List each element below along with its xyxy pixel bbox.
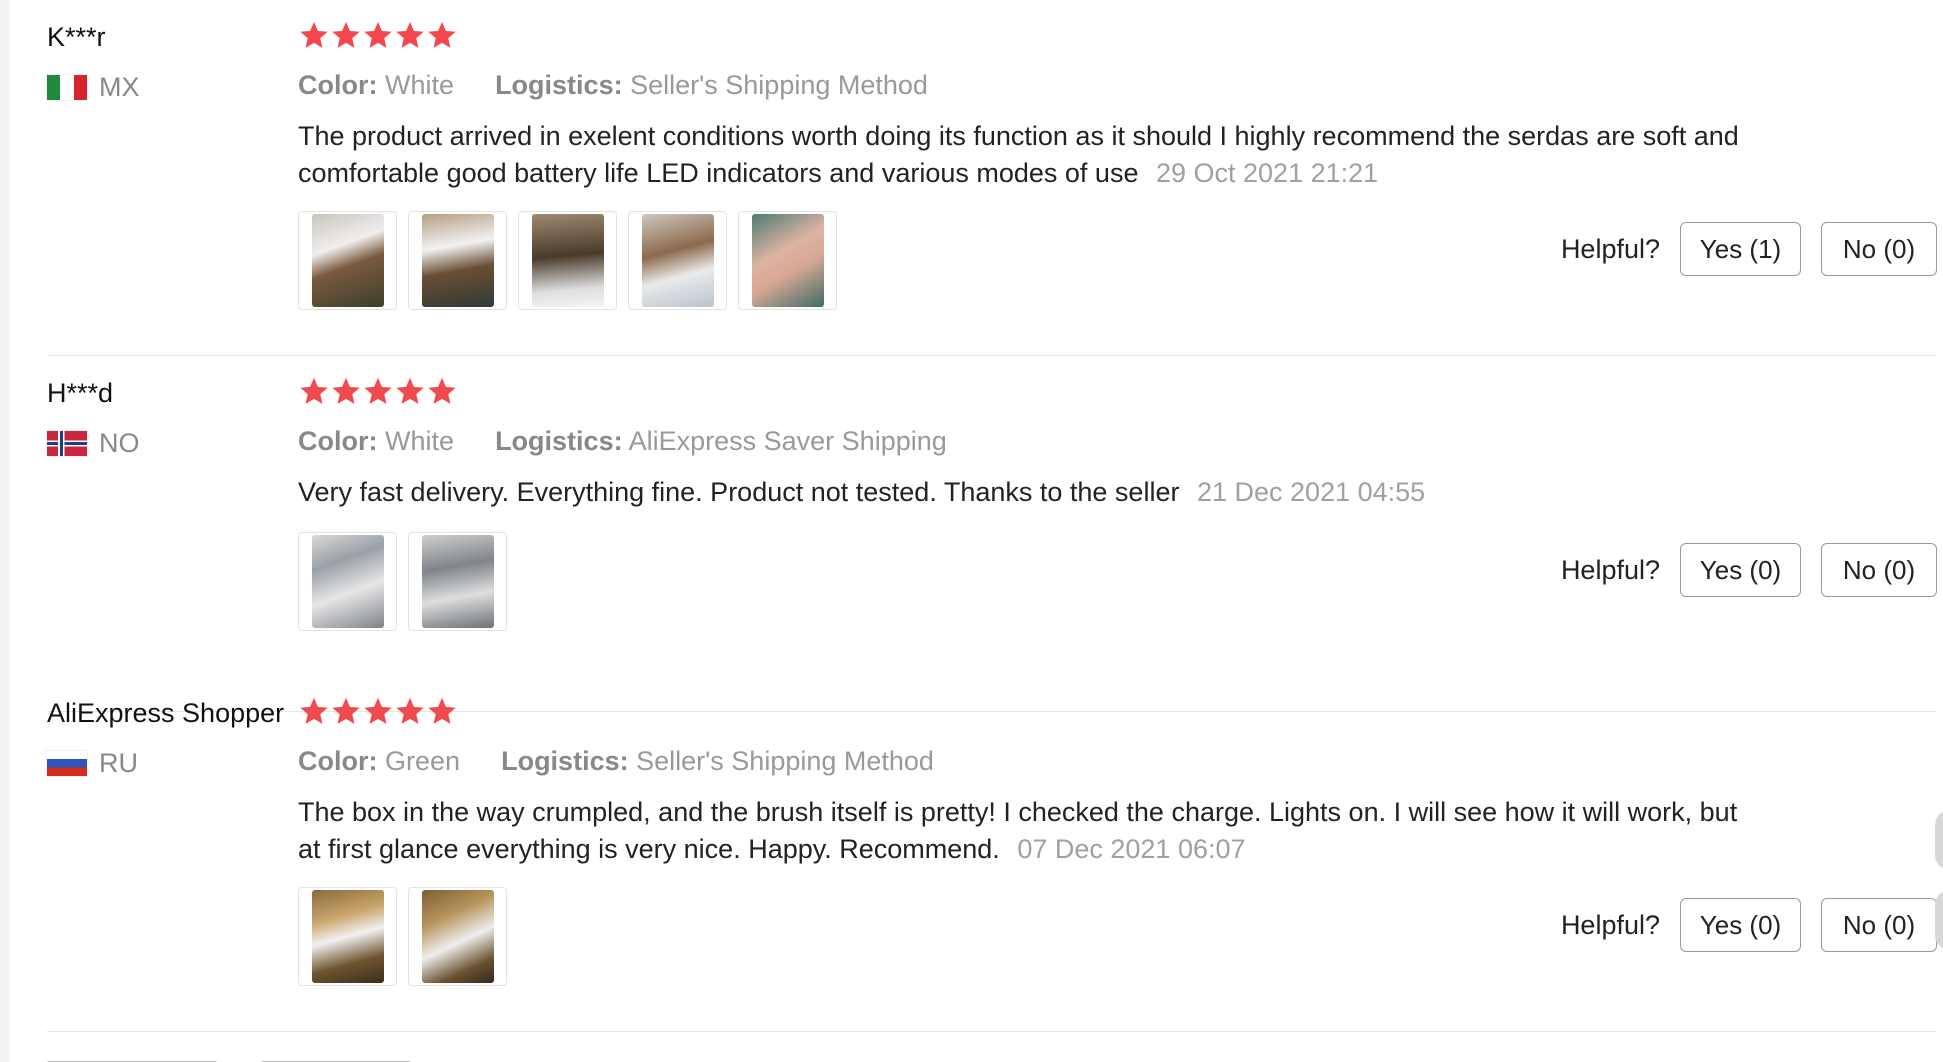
- logistics-value: Seller's Shipping Method: [630, 70, 928, 100]
- reviewer-name: H***d: [47, 378, 114, 408]
- review-date: 29 Oct 2021 21:21: [1155, 158, 1379, 188]
- star-rating: [299, 20, 457, 50]
- reviewer-country: RU: [47, 748, 138, 779]
- helpful-label: Helpful?: [1560, 909, 1660, 940]
- review-photo[interactable]: [408, 532, 507, 631]
- star-icon: [363, 696, 393, 726]
- star-icon: [363, 376, 393, 406]
- review-content: Very fast delivery. Everything fine. Pro…: [298, 474, 1758, 511]
- scroll-handle[interactable]: [1935, 890, 1943, 950]
- color-label: Color:: [298, 70, 378, 100]
- color-value: White: [385, 70, 455, 100]
- review-photo[interactable]: [408, 211, 507, 310]
- logistics-value: AliExpress Saver Shipping: [628, 426, 947, 456]
- review-photos: [298, 532, 507, 631]
- color-label: Color:: [298, 426, 378, 456]
- review-photos: [298, 211, 837, 310]
- star-icon: [395, 20, 425, 50]
- logistics-value: Seller's Shipping Method: [636, 746, 934, 776]
- star-icon: [427, 696, 457, 726]
- star-icon: [299, 376, 329, 406]
- color-value: White: [385, 426, 455, 456]
- review-text: The product arrived in exelent condition…: [298, 121, 1739, 188]
- review-content: The box in the way crumpled, and the bru…: [298, 794, 1758, 868]
- review-photo[interactable]: [298, 532, 397, 631]
- review-photo[interactable]: [628, 211, 727, 310]
- review-item: AliExpress Shopper RU Color: Green Logis…: [47, 676, 1937, 1032]
- reviewer-name: K***r: [47, 22, 106, 52]
- review-photo[interactable]: [298, 211, 397, 310]
- star-icon: [363, 20, 393, 50]
- review-date: 07 Dec 2021 06:07: [1017, 834, 1246, 864]
- reviewer-country: MX: [47, 72, 140, 103]
- review-item: H***d NO Color: White Logistics: AliExpr…: [47, 356, 1937, 712]
- star-icon: [395, 696, 425, 726]
- color-value: Green: [385, 746, 461, 776]
- vote-no-button[interactable]: No (0): [1821, 222, 1937, 276]
- helpful-section: Helpful? Yes (0) No (0): [1561, 898, 1937, 952]
- review-meta: Color: Green Logistics: Seller's Shippin…: [298, 746, 934, 777]
- review-photo[interactable]: [298, 887, 397, 986]
- helpful-section: Helpful? Yes (0) No (0): [1561, 543, 1937, 597]
- review-content: The product arrived in exelent condition…: [298, 118, 1758, 192]
- star-icon: [331, 20, 361, 50]
- star-icon: [299, 696, 329, 726]
- review-text: Very fast delivery. Everything fine. Pro…: [298, 477, 1180, 507]
- logistics-label: Logistics:: [501, 746, 629, 776]
- vote-yes-button[interactable]: Yes (1): [1680, 222, 1801, 276]
- reviewer-name: AliExpress Shopper: [47, 698, 285, 728]
- scroll-handle[interactable]: [1935, 810, 1943, 870]
- helpful-label: Helpful?: [1560, 554, 1660, 585]
- vote-yes-button[interactable]: Yes (0): [1680, 898, 1801, 952]
- next-review-peek: [47, 1052, 547, 1062]
- reviewer-country: NO: [47, 428, 140, 459]
- logistics-label: Logistics:: [495, 70, 623, 100]
- logistics-label: Logistics:: [495, 426, 623, 456]
- star-icon: [427, 376, 457, 406]
- vote-no-button[interactable]: No (0): [1821, 543, 1937, 597]
- star-icon: [331, 696, 361, 726]
- mexico-flag-icon: [47, 75, 87, 100]
- star-rating: [299, 696, 457, 726]
- color-label: Color:: [298, 746, 378, 776]
- country-code: MX: [99, 72, 140, 102]
- norway-flag-icon: [47, 431, 87, 456]
- country-code: NO: [99, 428, 140, 458]
- review-photo[interactable]: [518, 211, 617, 310]
- star-icon: [299, 20, 329, 50]
- review-photo[interactable]: [408, 887, 507, 986]
- review-meta: Color: White Logistics: Seller's Shippin…: [298, 70, 928, 101]
- review-meta: Color: White Logistics: AliExpress Saver…: [298, 426, 947, 457]
- star-icon: [427, 20, 457, 50]
- country-code: RU: [99, 748, 138, 778]
- review-photo[interactable]: [738, 211, 837, 310]
- review-item: K***r MX Color: White Logistics: Seller'…: [47, 0, 1937, 356]
- helpful-label: Helpful?: [1560, 233, 1660, 264]
- star-icon: [331, 376, 361, 406]
- star-rating: [299, 376, 457, 406]
- page-edge: [0, 0, 9, 1062]
- review-date: 21 Dec 2021 04:55: [1196, 477, 1426, 507]
- helpful-section: Helpful? Yes (1) No (0): [1561, 222, 1937, 276]
- vote-yes-button[interactable]: Yes (0): [1680, 543, 1801, 597]
- star-icon: [395, 376, 425, 406]
- russia-flag-icon: [47, 751, 87, 776]
- review-photos: [298, 887, 507, 986]
- vote-no-button[interactable]: No (0): [1821, 898, 1937, 952]
